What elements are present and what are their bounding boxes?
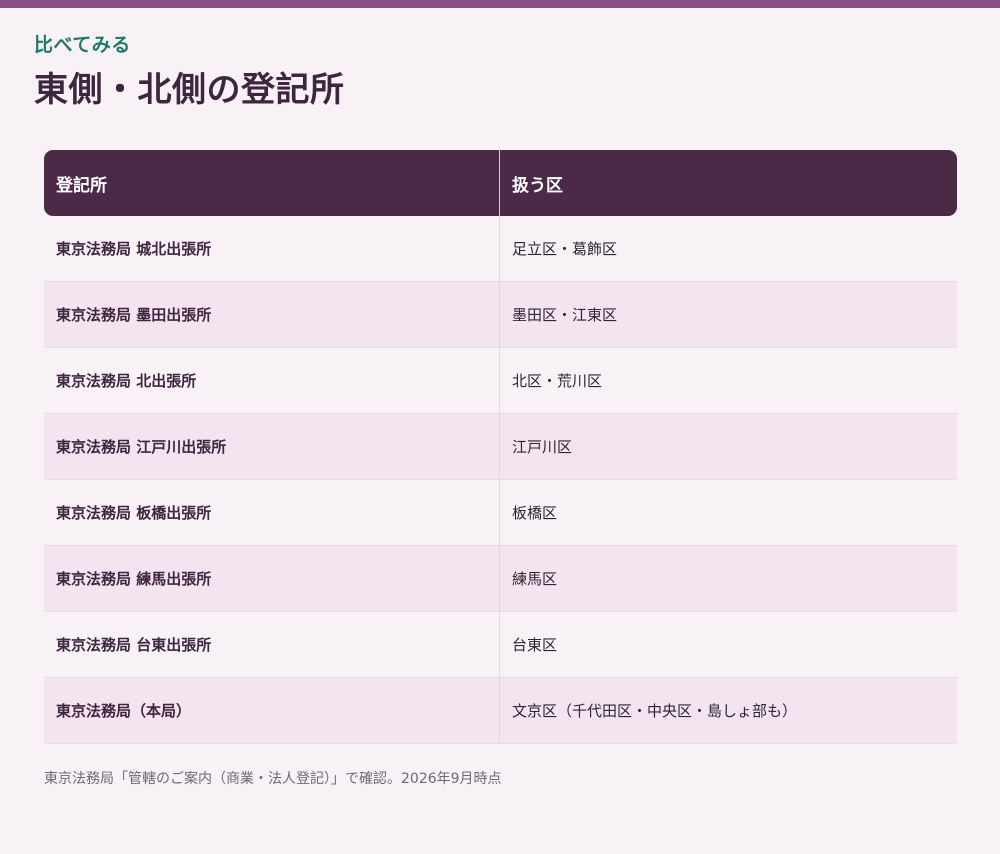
office-cell: 東京法務局 板橋出張所	[44, 480, 500, 546]
source-note: 東京法務局「管轄のご案内（商業・法人登記）」で確認。2026年9月時点	[44, 771, 502, 787]
top-accent-bar	[0, 0, 1000, 8]
wards-cell: 足立区・葛飾区	[500, 216, 957, 282]
office-cell: 東京法務局 江戸川出張所	[44, 414, 500, 480]
office-cell: 東京法務局 北出張所	[44, 348, 500, 414]
table-header: 登記所 扱う区	[44, 150, 957, 216]
table-row: 東京法務局 北出張所 北区・荒川区	[44, 348, 957, 414]
wards-cell: 板橋区	[500, 480, 957, 546]
column-header-office: 登記所	[44, 150, 500, 216]
table-row: 東京法務局 墨田出張所 墨田区・江東区	[44, 282, 957, 348]
table-row: 東京法務局 板橋出張所 板橋区	[44, 480, 957, 546]
wards-cell: 江戸川区	[500, 414, 957, 480]
table-header-row: 登記所 扱う区	[44, 150, 957, 216]
table-row: 東京法務局 台東出張所 台東区	[44, 612, 957, 678]
table-row: 東京法務局 練馬出張所 練馬区	[44, 546, 957, 612]
table-body: 東京法務局 城北出張所 足立区・葛飾区 東京法務局 墨田出張所 墨田区・江東区 …	[44, 216, 957, 744]
table-row: 東京法務局 城北出張所 足立区・葛飾区	[44, 216, 957, 282]
office-cell: 東京法務局 台東出張所	[44, 612, 500, 678]
office-cell: 東京法務局 城北出張所	[44, 216, 500, 282]
page-title: 東側・北側の登記所	[34, 70, 345, 110]
wards-cell: 墨田区・江東区	[500, 282, 957, 348]
registry-table: 登記所 扱う区 東京法務局 城北出張所 足立区・葛飾区 東京法務局 墨田出張所 …	[44, 150, 957, 744]
table-row: 東京法務局（本局） 文京区（千代田区・中央区・島しょ部も）	[44, 678, 957, 744]
wards-cell: 台東区	[500, 612, 957, 678]
table-row: 東京法務局 江戸川出張所 江戸川区	[44, 414, 957, 480]
wards-cell: 練馬区	[500, 546, 957, 612]
office-cell: 東京法務局（本局）	[44, 678, 500, 744]
office-cell: 東京法務局 墨田出張所	[44, 282, 500, 348]
office-cell: 東京法務局 練馬出張所	[44, 546, 500, 612]
section-eyebrow: 比べてみる	[34, 34, 131, 56]
wards-cell: 北区・荒川区	[500, 348, 957, 414]
registry-table-container: 登記所 扱う区 東京法務局 城北出張所 足立区・葛飾区 東京法務局 墨田出張所 …	[44, 150, 957, 744]
wards-cell: 文京区（千代田区・中央区・島しょ部も）	[500, 678, 957, 744]
column-header-wards: 扱う区	[500, 150, 957, 216]
